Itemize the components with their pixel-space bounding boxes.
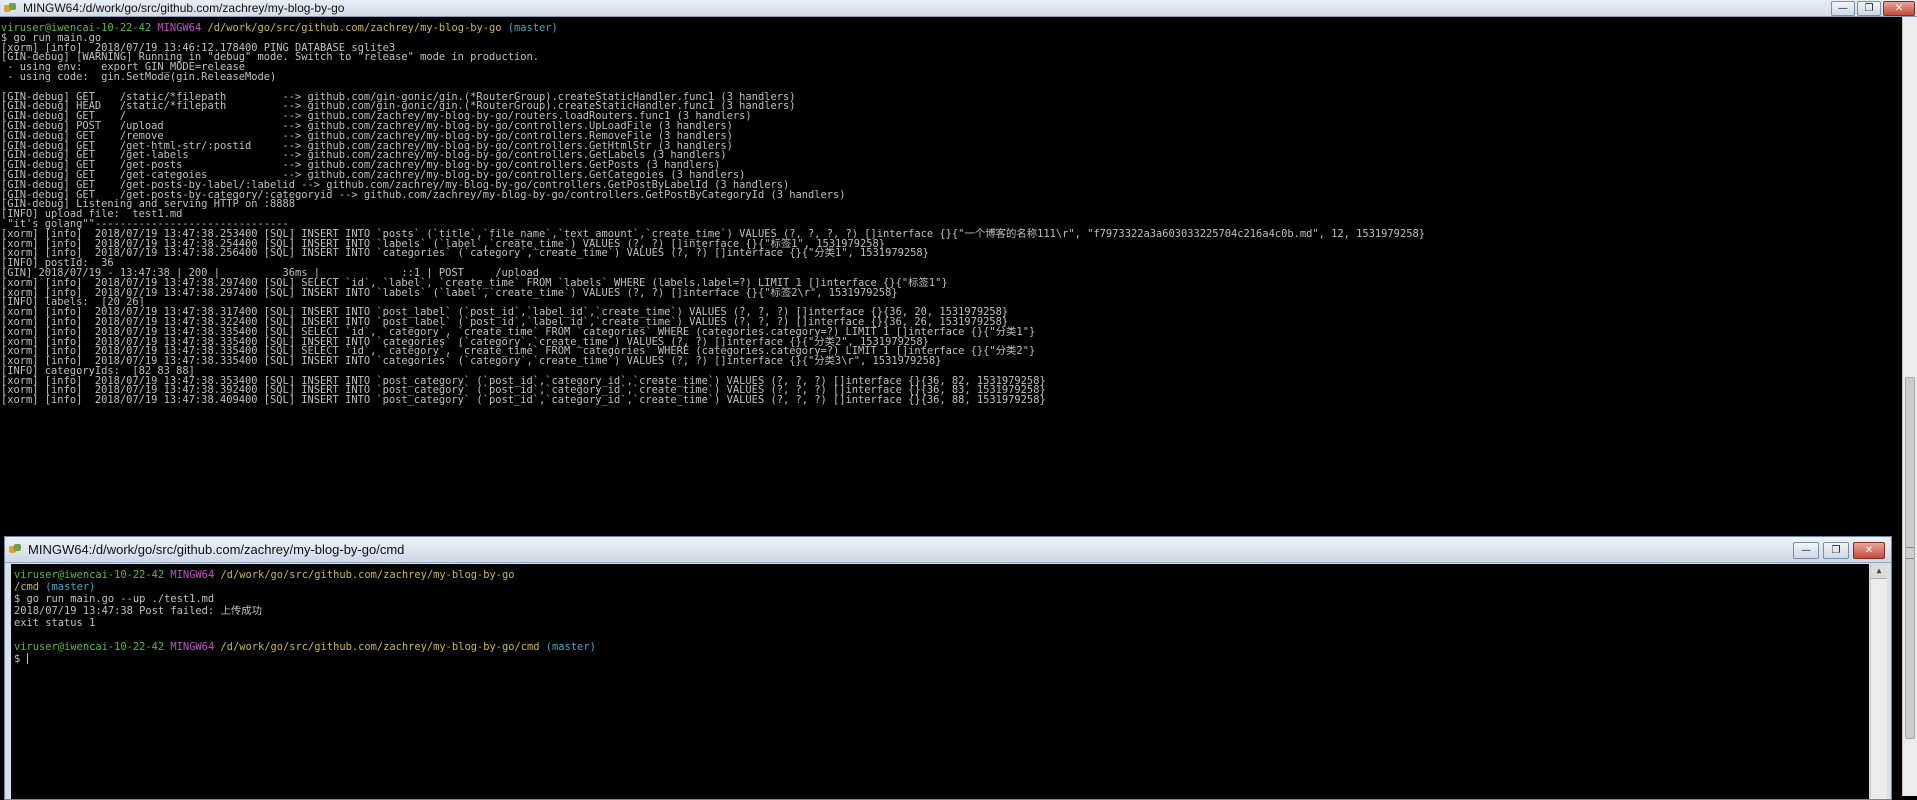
log-lines: [xorm] [info] 2018/07/19 13:46:12.178400…: [1, 42, 1425, 407]
minimize-button[interactable]: —: [1793, 542, 1819, 559]
cmd-terminal[interactable]: viruser@iwencai-10-22-42 MINGW64 /d/work…: [11, 564, 1869, 799]
main-window-titlebar[interactable]: MINGW64:/d/work/go/src/github.com/zachre…: [0, 0, 1917, 17]
prompt-path: /d/work/go/src/github.com/zachrey/my-blo…: [220, 641, 540, 653]
prompt-user: viruser@iwencai-10-22-42: [14, 569, 165, 581]
main-window-controls: — ❐ ✕: [1831, 1, 1915, 16]
scroll-up-arrow-icon[interactable]: ▲: [1871, 564, 1887, 579]
prompt-path-continued: /cmd: [14, 581, 40, 593]
prompt-shell: MINGW64: [157, 22, 202, 34]
output-line: exit status 1: [14, 617, 96, 629]
minimize-button[interactable]: —: [1831, 1, 1855, 16]
prompt-branch: (master): [545, 641, 596, 653]
command-line: $ go run main.go --up ./test1.md: [14, 593, 215, 605]
cmd-window-controls: — ❐ ✕: [1793, 542, 1885, 559]
prompt-path: /d/work/go/src/github.com/zachrey/my-blo…: [220, 569, 515, 581]
prompt-branch: (master): [507, 22, 558, 34]
cmd-window[interactable]: MINGW64:/d/work/go/src/github.com/zachre…: [4, 536, 1892, 800]
scrollbar-grip-icon: [1906, 547, 1914, 559]
text-cursor[interactable]: [26, 653, 28, 664]
output-line: 2018/07/19 13:47:38 Post failed: 上传成功: [14, 605, 262, 617]
mingw-app-icon: [9, 543, 22, 556]
cmd-window-titlebar[interactable]: MINGW64:/d/work/go/src/github.com/zachre…: [5, 537, 1891, 563]
log-line: [xorm] [info] 2018/07/19 13:47:38.409400…: [1, 394, 1046, 407]
main-window-title: MINGW64:/d/work/go/src/github.com/zachre…: [23, 1, 345, 15]
cmd-scrollbar[interactable]: ▲: [1870, 564, 1887, 799]
main-scrollbar[interactable]: [1902, 17, 1917, 796]
close-button[interactable]: ✕: [1883, 1, 1915, 16]
log-line: [xorm] [info] 2018/07/19 13:47:38.256400…: [1, 247, 929, 260]
log-line: - using code: gin.SetMode(gin.ReleaseMod…: [1, 70, 277, 83]
main-terminal-output: viruser@iwencai-10-22-42 MINGW64 /d/work…: [0, 17, 1903, 406]
prompt-branch: (master): [45, 581, 96, 593]
prompt-user: viruser@iwencai-10-22-42: [14, 641, 165, 653]
prompt-path: /d/work/go/src/github.com/zachrey/my-blo…: [207, 22, 502, 34]
maximize-button[interactable]: ❐: [1857, 1, 1881, 16]
maximize-button[interactable]: ❐: [1823, 542, 1849, 559]
cmd-terminal-output: viruser@iwencai-10-22-42 MINGW64 /d/work…: [11, 564, 1869, 665]
cmd-window-title: MINGW64:/d/work/go/src/github.com/zachre…: [28, 542, 405, 557]
prompt-shell: MINGW64: [170, 641, 215, 653]
input-prompt: $: [14, 653, 27, 665]
close-button[interactable]: ✕: [1853, 542, 1885, 559]
prompt-shell: MINGW64: [170, 569, 215, 581]
mingw-app-icon: [4, 2, 17, 15]
